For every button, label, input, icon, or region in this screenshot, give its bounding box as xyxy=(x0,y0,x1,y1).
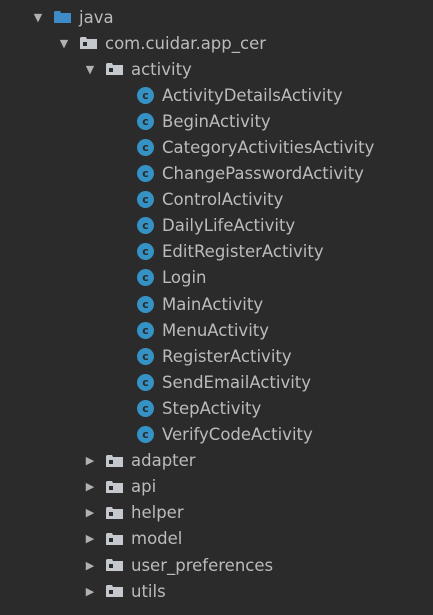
tree-node-label: model xyxy=(131,529,183,549)
java-class-icon: c xyxy=(137,321,154,339)
tree-node-label: helper xyxy=(131,503,184,523)
collapse-arrow-icon[interactable]: ▶ xyxy=(82,533,98,544)
java-class-icon: c xyxy=(137,373,154,391)
collapse-arrow-icon[interactable]: ▶ xyxy=(82,455,98,466)
java-class-icon: c xyxy=(137,86,154,104)
class-label: SendEmailActivity xyxy=(162,372,312,392)
java-class-icon: c xyxy=(137,139,154,157)
tree-node-label: user_preferences xyxy=(131,555,274,575)
package-icon xyxy=(106,585,123,598)
tree-item-class[interactable]: c RegisterActivity xyxy=(0,343,433,369)
collapse-arrow-icon[interactable]: ▶ xyxy=(82,586,98,597)
tree-item-class[interactable]: c ActivityDetailsActivity xyxy=(0,82,433,108)
java-class-icon: c xyxy=(137,191,154,209)
tree-item-class[interactable]: c Login xyxy=(0,265,433,291)
tree-node-java[interactable]: ▼ java xyxy=(0,4,433,30)
expand-arrow-icon[interactable]: ▼ xyxy=(30,12,46,23)
class-label: CategoryActivitiesActivity xyxy=(162,138,375,158)
tree-item-class[interactable]: c EditRegisterActivity xyxy=(0,239,433,265)
package-icon xyxy=(106,532,123,545)
tree-item-class[interactable]: c BeginActivity xyxy=(0,108,433,134)
tree-item-class[interactable]: c VerifyCodeActivity xyxy=(0,422,433,448)
tree-node-label: utils xyxy=(131,581,166,601)
tree-item-class[interactable]: c DailyLifeActivity xyxy=(0,213,433,239)
java-class-icon: c xyxy=(137,269,154,287)
tree-node-label: com.cuidar.app_cer xyxy=(105,33,267,53)
tree-node-user-preferences[interactable]: ▶ user_preferences xyxy=(0,552,433,578)
tree-node-activity[interactable]: ▼ activity xyxy=(0,56,433,82)
class-label: MenuActivity xyxy=(162,320,270,340)
java-class-icon: c xyxy=(137,217,154,235)
class-label: VerifyCodeActivity xyxy=(162,425,313,445)
tree-item-class[interactable]: c ControlActivity xyxy=(0,187,433,213)
tree-node-package[interactable]: ▼ com.cuidar.app_cer xyxy=(0,30,433,56)
tree-node-label: java xyxy=(79,7,114,27)
tree-item-class[interactable]: c MenuActivity xyxy=(0,317,433,343)
folder-blue-icon xyxy=(54,11,71,24)
tree-node-utils[interactable]: ▶ utils xyxy=(0,578,433,604)
class-label: RegisterActivity xyxy=(162,346,292,366)
package-icon xyxy=(106,559,123,572)
tree-node-label: api xyxy=(131,477,157,497)
java-class-icon: c xyxy=(137,165,154,183)
tree-node-api[interactable]: ▶ api xyxy=(0,474,433,500)
tree-item-class[interactable]: c SendEmailActivity xyxy=(0,369,433,395)
class-label: EditRegisterActivity xyxy=(162,242,324,262)
java-class-icon: c xyxy=(137,295,154,313)
tree-node-label: activity xyxy=(131,59,192,79)
class-label: StepActivity xyxy=(162,398,262,418)
tree-item-class[interactable]: c MainActivity xyxy=(0,291,433,317)
java-class-icon: c xyxy=(137,347,154,365)
expand-arrow-icon[interactable]: ▼ xyxy=(82,64,98,75)
class-label: ControlActivity xyxy=(162,190,284,210)
class-label: ActivityDetailsActivity xyxy=(162,85,343,105)
collapse-arrow-icon[interactable]: ▶ xyxy=(82,560,98,571)
package-icon xyxy=(106,480,123,493)
tree-item-class[interactable]: c CategoryActivitiesActivity xyxy=(0,134,433,160)
package-icon xyxy=(106,506,123,519)
project-tree: ▼ java ▼ com.cuidar.app_cer ▼ activity c… xyxy=(0,0,433,615)
class-label: BeginActivity xyxy=(162,111,271,131)
tree-node-label: adapter xyxy=(131,451,196,471)
java-class-icon: c xyxy=(137,243,154,261)
tree-item-class[interactable]: c ChangePasswordActivity xyxy=(0,161,433,187)
package-icon xyxy=(80,37,97,50)
collapse-arrow-icon[interactable]: ▶ xyxy=(82,481,98,492)
class-label: ChangePasswordActivity xyxy=(162,164,364,184)
class-label: Login xyxy=(162,268,207,288)
tree-node-helper[interactable]: ▶ helper xyxy=(0,500,433,526)
collapse-arrow-icon[interactable]: ▶ xyxy=(82,507,98,518)
package-icon xyxy=(106,63,123,76)
java-class-icon: c xyxy=(137,112,154,130)
tree-node-adapter[interactable]: ▶ adapter xyxy=(0,448,433,474)
class-label: MainActivity xyxy=(162,294,264,314)
tree-item-class[interactable]: c StepActivity xyxy=(0,395,433,421)
tree-node-model[interactable]: ▶ model xyxy=(0,526,433,552)
java-class-icon: c xyxy=(137,426,154,444)
expand-arrow-icon[interactable]: ▼ xyxy=(56,38,72,49)
class-label: DailyLifeActivity xyxy=(162,216,296,236)
java-class-icon: c xyxy=(137,399,154,417)
package-icon xyxy=(106,454,123,467)
